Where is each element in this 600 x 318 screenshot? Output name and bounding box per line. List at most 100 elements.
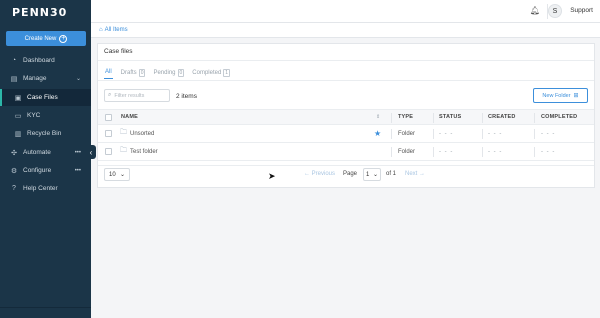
sort-icon[interactable]: ⇕ <box>376 110 380 124</box>
sidebar-item-label: Case Files <box>27 94 58 101</box>
create-new-button[interactable]: Create New + <box>6 31 86 46</box>
support-link[interactable]: Support <box>570 7 593 14</box>
header-status[interactable]: STATUS <box>439 110 461 124</box>
sidebar-item-kyc[interactable]: ▭ KYC <box>0 107 91 124</box>
new-folder-label: New Folder <box>542 92 571 99</box>
case-files-icon: ▣ <box>14 94 22 102</box>
sidebar-item-label: Automate <box>23 149 51 156</box>
more-dots-icon[interactable]: ••• <box>75 168 81 174</box>
manage-icon: ▤ <box>10 75 18 83</box>
created-cell: - - - <box>488 130 503 137</box>
tab-completed[interactable]: Completed 1 <box>192 66 231 79</box>
create-new-label: Create New <box>24 35 57 42</box>
collapse-sidebar-chevron-icon[interactable]: ‹ <box>86 145 96 159</box>
kyc-icon: ▭ <box>14 112 22 120</box>
column-divider <box>482 129 483 139</box>
page-label: Page <box>343 171 358 177</box>
folder-icon: 🗀︎ <box>120 147 127 154</box>
search-input[interactable] <box>114 92 167 99</box>
name-cell[interactable]: 🗀︎ Test folder <box>120 143 158 160</box>
sidebar-item-label: Dashboard <box>23 57 55 64</box>
mouse-cursor-icon: ➤ <box>268 171 276 181</box>
sidebar-item-label: Help Center <box>23 185 58 192</box>
sidebar: PENN30 Create New + ◔ Dashboard ▤ Manage… <box>0 0 91 318</box>
next-label: Next <box>405 171 418 177</box>
next-page-button[interactable]: Next → <box>405 171 425 177</box>
chevron-down-icon: ⌄ <box>119 172 125 178</box>
column-divider <box>482 147 483 157</box>
table-header: NAME ⇕ TYPE STATUS CREATED COMPLETED <box>98 109 594 125</box>
column-divider <box>534 129 535 139</box>
sidebar-item-help-center[interactable]: ? Help Center <box>0 180 91 197</box>
tab-pending[interactable]: Pending 0 <box>153 66 185 79</box>
completed-cell: - - - <box>541 130 556 137</box>
sidebar-item-case-files[interactable]: ▣ Case Files <box>0 89 91 106</box>
tab-label: Completed <box>192 69 222 76</box>
column-divider <box>433 147 434 157</box>
previous-page-button[interactable]: ← Previous <box>304 171 335 177</box>
sidebar-item-dashboard[interactable]: ◔ Dashboard <box>0 52 91 69</box>
row-checkbox[interactable] <box>105 130 112 137</box>
filter-tabs: All Drafts 0 Pending 0 Completed 1 <box>98 66 231 80</box>
plus-circle-icon: + <box>59 34 68 43</box>
case-files-panel: Case files All Drafts 0 Pending 0 Comple… <box>97 43 595 188</box>
gear-icon: ⚙ <box>10 167 18 175</box>
current-page-value: 1 <box>366 171 370 178</box>
row-checkbox[interactable] <box>105 148 112 155</box>
column-divider <box>482 113 483 123</box>
search-icon: ⌕ <box>108 92 112 98</box>
tab-all[interactable]: All <box>104 66 113 79</box>
divider <box>98 80 594 81</box>
breadcrumb-all-items[interactable]: All Items <box>105 27 128 33</box>
tab-label: All <box>105 69 112 75</box>
search-field[interactable]: ⌕ <box>104 89 170 102</box>
row-checkbox-cell <box>105 125 112 142</box>
tab-drafts[interactable]: Drafts 0 <box>121 66 146 79</box>
completed-cell: - - - <box>541 148 556 155</box>
breadcrumb: ⌂ All Items <box>91 23 600 38</box>
help-icon: ? <box>12 185 16 192</box>
chevron-down-icon: ⌄ <box>372 172 378 178</box>
page-select[interactable]: 1 ⌄ <box>363 168 381 181</box>
chevron-down-icon: ⌄ <box>75 76 81 82</box>
column-divider <box>534 113 535 123</box>
items-count: 2 items <box>176 93 197 100</box>
panel-title: Case files <box>104 48 133 55</box>
tab-label: Drafts <box>120 69 137 76</box>
bell-icon[interactable]: 🔔︎ <box>530 6 540 15</box>
star-icon[interactable]: ★ <box>374 125 381 142</box>
sidebar-item-automate[interactable]: ✣ Automate ••• <box>0 144 91 161</box>
sidebar-item-label: Configure <box>23 167 52 174</box>
folder-plus-icon: ⊞ <box>573 93 579 99</box>
page-size-select[interactable]: 10 ⌄ <box>104 168 130 181</box>
tab-count-badge: 1 <box>223 68 231 77</box>
select-all-checkbox[interactable] <box>105 113 112 121</box>
column-divider <box>391 113 392 123</box>
select-all-cell <box>105 110 112 124</box>
header-created[interactable]: CREATED <box>488 110 516 124</box>
home-icon: ⌂ <box>99 27 103 33</box>
folder-icon: 🗀︎ <box>120 129 127 136</box>
new-folder-button[interactable]: New Folder ⊞ <box>533 88 588 103</box>
avatar[interactable]: S <box>548 4 562 18</box>
header-name[interactable]: NAME <box>121 110 138 124</box>
sidebar-item-label: KYC <box>27 112 41 119</box>
tab-label: Pending <box>153 69 176 76</box>
table-row[interactable]: 🗀︎ Test folder Folder - - - - - - - - - <box>98 143 594 161</box>
sidebar-item-recycle-bin[interactable]: ▥ Recycle Bin <box>0 125 91 142</box>
divider <box>98 165 594 166</box>
name-cell[interactable]: 🗀︎ Unsorted <box>120 125 154 142</box>
arrow-left-icon: ← <box>304 171 310 177</box>
tab-count-badge: 0 <box>138 68 146 77</box>
status-cell: - - - <box>439 130 454 137</box>
previous-label: Previous <box>311 171 336 177</box>
sidebar-item-configure[interactable]: ⚙ Configure ••• <box>0 162 91 179</box>
type-cell: Folder <box>398 130 416 137</box>
sidebar-item-manage[interactable]: ▤ Manage ⌄ <box>0 70 91 87</box>
header-type[interactable]: TYPE <box>398 110 413 124</box>
sidebar-divider <box>0 307 91 308</box>
table-row[interactable]: 🗀︎ Unsorted ★ Folder - - - - - - - - - <box>98 125 594 143</box>
trash-icon: ▥ <box>14 130 22 138</box>
more-dots-icon[interactable]: ••• <box>75 150 81 156</box>
header-completed[interactable]: COMPLETED <box>541 110 577 124</box>
